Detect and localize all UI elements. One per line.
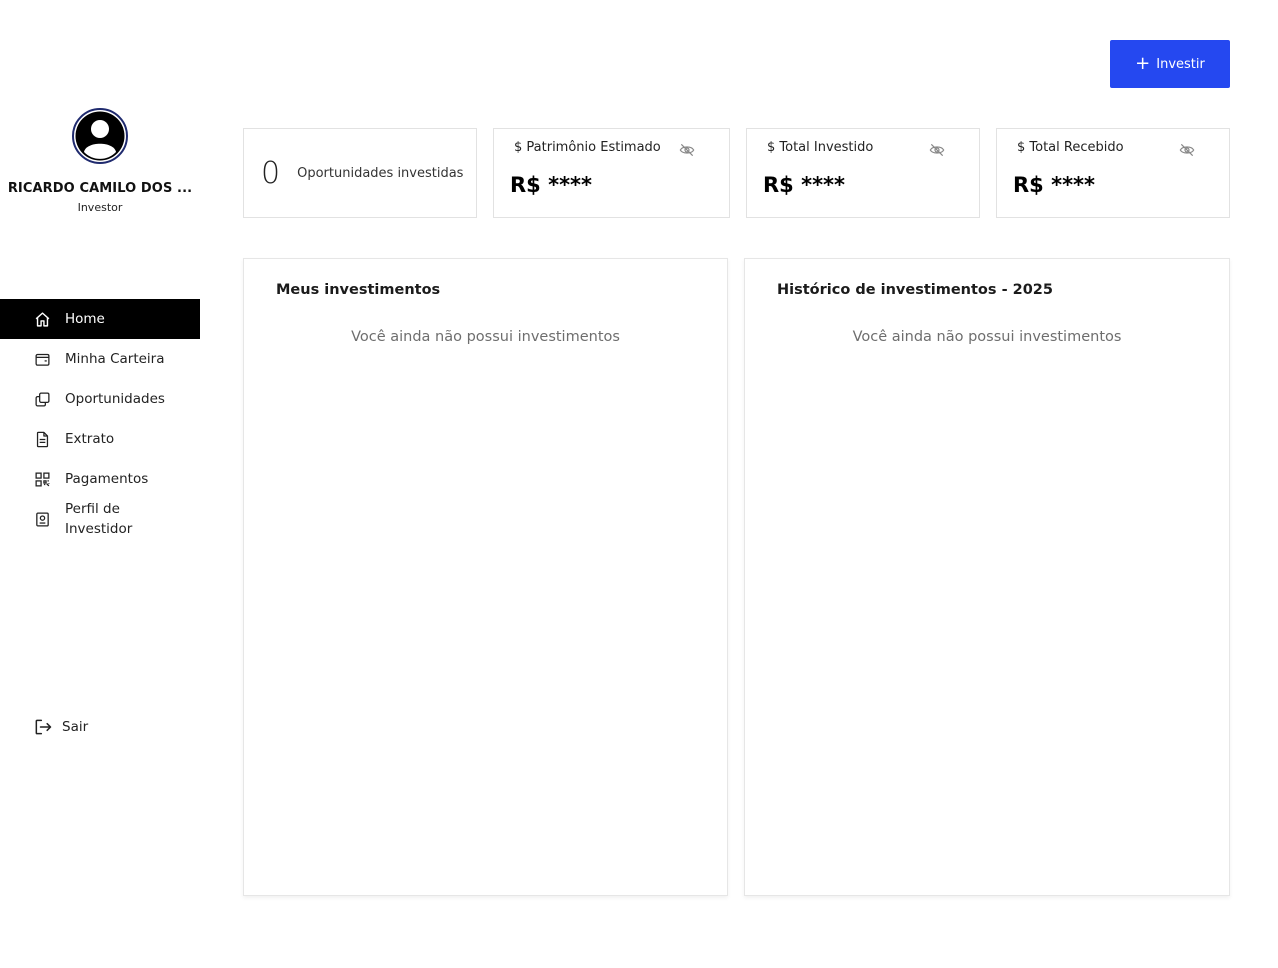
nav-item-label: Home <box>65 311 105 327</box>
copy-icon <box>33 390 51 408</box>
profile-card-icon <box>33 510 51 528</box>
wallet-icon <box>33 350 51 368</box>
total-recebido-label: $ Total Recebido <box>1017 140 1124 155</box>
nav-item-extrato[interactable]: Extrato <box>0 419 200 459</box>
nav-item-label: Oportunidades <box>65 391 165 407</box>
opportunities-count: 0 <box>261 155 281 191</box>
eye-off-icon[interactable] <box>1179 142 1195 158</box>
plus-icon: + <box>1135 53 1151 74</box>
nav-item-minha-carteira[interactable]: Minha Carteira <box>0 339 200 379</box>
patrimonio-label: $ Patrimônio Estimado <box>514 140 661 155</box>
document-icon <box>33 430 51 448</box>
opportunities-count-label: Oportunidades investidas <box>297 165 464 181</box>
logout-button[interactable]: Sair <box>33 717 88 737</box>
empty-state-message: Você ainda não possui investimentos <box>852 329 1122 345</box>
total-investido-label: $ Total Investido <box>767 140 874 155</box>
user-name: RICARDO CAMILO DOS ... <box>7 181 193 196</box>
user-role: Investor <box>77 201 123 214</box>
qr-code-icon <box>33 470 51 488</box>
meus-investimentos-panel: Meus investimentos Você ainda não possui… <box>243 258 728 896</box>
invest-button[interactable]: + Investir <box>1110 40 1230 88</box>
nav-item-perfil-de-investidor[interactable]: Perfil de Investidor <box>0 497 200 541</box>
nav-item-label: Extrato <box>65 431 115 447</box>
nav-item-label: Minha Carteira <box>65 351 165 367</box>
panel-title: Histórico de investimentos - 2025 <box>777 282 1053 298</box>
total-investido-card: $ Total Investido R$ **** <box>746 128 980 218</box>
total-recebido-card: $ Total Recebido R$ **** <box>996 128 1230 218</box>
nav-item-label: Perfil de Investidor <box>65 501 133 537</box>
patrimonio-value: R$ **** <box>510 173 593 197</box>
user-avatar-icon[interactable] <box>72 108 128 164</box>
historico-investimentos-panel: Histórico de investimentos - 2025 Você a… <box>744 258 1230 896</box>
home-icon <box>33 310 51 328</box>
sidebar: RICARDO CAMILO DOS ... Investor Home Min… <box>0 0 200 968</box>
eye-off-icon[interactable] <box>679 142 695 158</box>
invest-button-label: Investir <box>1156 56 1205 72</box>
total-investido-value: R$ **** <box>763 173 846 197</box>
empty-state-message: Você ainda não possui investimentos <box>351 329 620 345</box>
eye-off-icon[interactable] <box>929 142 945 158</box>
nav-item-label: Pagamentos <box>65 471 149 487</box>
opportunities-count-card: 0 Oportunidades investidas <box>243 128 477 218</box>
logout-label: Sair <box>62 719 89 735</box>
logout-icon <box>33 717 53 737</box>
nav-item-pagamentos[interactable]: Pagamentos <box>0 459 200 499</box>
panel-title: Meus investimentos <box>276 282 441 298</box>
patrimonio-card: $ Patrimônio Estimado R$ **** <box>493 128 730 218</box>
nav-item-home[interactable]: Home <box>0 299 200 339</box>
total-recebido-value: R$ **** <box>1013 173 1096 197</box>
nav-item-oportunidades[interactable]: Oportunidades <box>0 379 200 419</box>
